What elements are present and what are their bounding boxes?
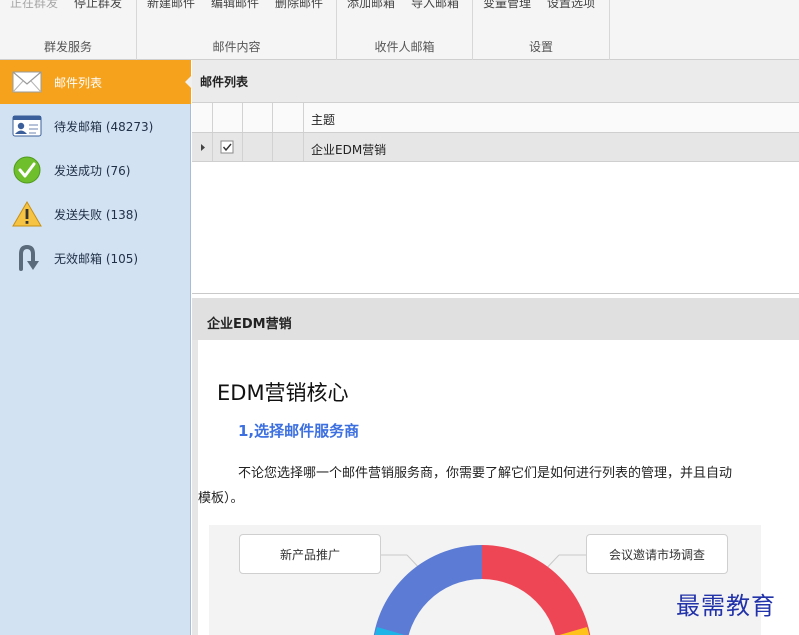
header-cell-status[interactable]: [243, 103, 273, 132]
ribbon-group-send-service: 正在群发 停止群发 群发服务: [0, 0, 137, 60]
list-panel-title: 邮件列表: [200, 75, 249, 89]
ribbon-group-settings: 变量管理 设置选项 设置: [473, 0, 610, 60]
sidebar-item-label: 发送失败 (138): [54, 208, 139, 222]
row-expander[interactable]: [192, 133, 213, 161]
column-header-subject[interactable]: 主题: [311, 111, 335, 128]
sidebar-item-invalid[interactable]: 无效邮箱 (105): [0, 236, 191, 280]
ribbon-group-label: 设置: [528, 40, 553, 54]
ribbon-group-label: 邮件内容: [212, 40, 261, 54]
mail-table: 主题 企业EDM营销: [192, 103, 799, 294]
table-header: 主题: [192, 103, 799, 133]
ribbon-group-mail-content: 新建邮件 编辑邮件 删除邮件 邮件内容: [137, 0, 337, 60]
delete-mail-button[interactable]: 删除邮件: [275, 0, 323, 11]
infographic-label-right: 会议邀请市场调查: [586, 534, 728, 574]
header-cell-expander: [192, 103, 213, 132]
header-cell-checkbox[interactable]: [213, 103, 243, 132]
edit-mail-button[interactable]: 编辑邮件: [211, 0, 259, 11]
row-status-cell: [243, 133, 273, 161]
preview-paragraph-line1: 不论您选择哪一个邮件营销服务商，你需要了解它们是如何进行列表的管理，并且自动: [238, 466, 733, 481]
return-arrow-icon: [11, 244, 43, 272]
row-checkbox-cell[interactable]: [213, 133, 243, 161]
table-row[interactable]: 企业EDM营销: [192, 133, 799, 162]
sidebar-item-mail-list[interactable]: 邮件列表: [0, 60, 192, 104]
sidebar-item-sent-failed[interactable]: 发送失败 (138): [0, 192, 191, 236]
contact-card-icon: [11, 112, 43, 140]
settings-options-button[interactable]: 设置选项: [547, 0, 595, 11]
preview-title-bar: 企业EDM营销: [192, 298, 799, 340]
sidebar-item-label: 邮件列表: [54, 76, 103, 90]
sidebar-item-label: 待发邮箱 (48273): [54, 120, 154, 134]
row-flag-cell: [273, 133, 304, 161]
sidebar-item-sent-success[interactable]: 发送成功 (76): [0, 148, 191, 192]
sidebar-item-pending[interactable]: 待发邮箱 (48273): [0, 104, 191, 148]
ribbon-group-recipients: 添加邮箱 导入邮箱 收件人邮箱: [337, 0, 473, 60]
preview-title: 企业EDM营销: [207, 317, 292, 332]
checkmark-icon: [11, 156, 43, 184]
infographic-label-left: 新产品推广: [239, 534, 381, 574]
preview-heading: EDM营销核心: [217, 381, 349, 405]
ribbon-group-label: 群发服务: [43, 40, 92, 54]
sidebar-item-label: 无效邮箱 (105): [54, 252, 139, 266]
row-subject[interactable]: 企业EDM营销: [311, 141, 386, 158]
list-panel-header: 邮件列表: [192, 60, 799, 103]
watermark-text: 最需教育: [676, 592, 776, 620]
envelope-icon: [11, 68, 43, 96]
ribbon-toolbar: 正在群发 停止群发 群发服务 新建邮件 编辑邮件 删除邮件 邮件内容 添加邮箱 …: [0, 0, 799, 60]
warning-icon: [11, 200, 43, 228]
checkbox-checked-icon[interactable]: [213, 133, 243, 162]
sending-button[interactable]: 正在群发: [10, 0, 58, 11]
import-mailbox-button[interactable]: 导入邮箱: [411, 0, 459, 11]
header-cell-flag[interactable]: [273, 103, 304, 132]
new-mail-button[interactable]: 新建邮件: [147, 0, 195, 11]
ribbon-group-label: 收件人邮箱: [374, 40, 435, 54]
caret-right-icon: [201, 144, 205, 151]
preview-paragraph-line2: 模板）。: [198, 491, 244, 506]
sidebar-item-label: 发送成功 (76): [54, 164, 131, 178]
variable-manage-button[interactable]: 变量管理: [483, 0, 531, 11]
sidebar: 邮件列表 待发邮箱 (48273) 发送成功 (76) 发送失败 (138) 无…: [0, 60, 192, 635]
add-mailbox-button[interactable]: 添加邮箱: [347, 0, 395, 11]
preview-subheading: 1,选择邮件服务商: [238, 422, 360, 440]
stop-sending-button[interactable]: 停止群发: [74, 0, 122, 11]
